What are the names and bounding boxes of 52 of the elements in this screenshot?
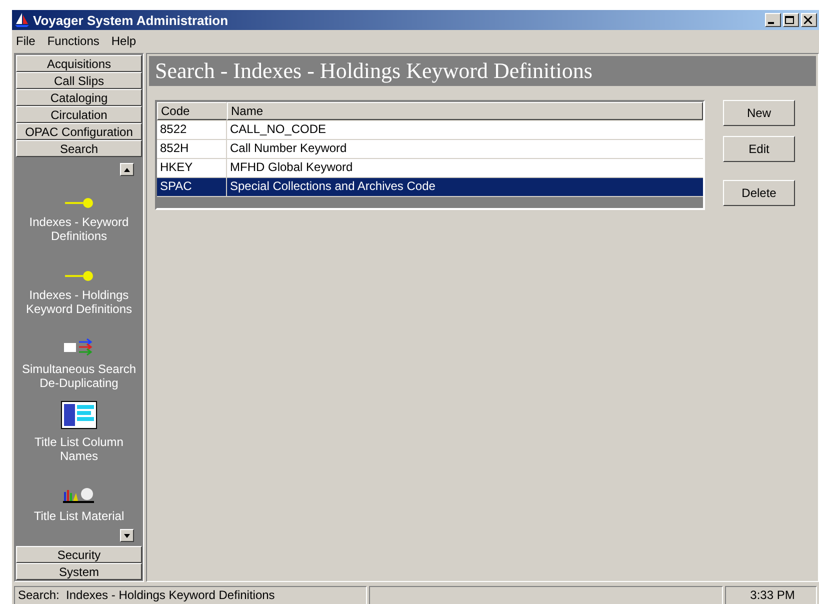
nav-group-button[interactable]: Acquisitions	[16, 55, 142, 72]
arrows-icon	[63, 338, 95, 356]
scroll-up-button[interactable]	[120, 163, 134, 176]
table-row[interactable]: 852H Call Number Keyword	[157, 140, 703, 159]
table-cell-text: MFHD Global Keyword	[229, 159, 354, 176]
chart-printer-icon	[63, 486, 95, 503]
table-row[interactable]: HKEY MFHD Global Keyword	[157, 159, 703, 178]
nav-group-button[interactable]: OPAC Configuration	[16, 123, 142, 140]
menu-item[interactable]: Functions	[47, 34, 100, 48]
key-icon	[64, 197, 94, 209]
maximize-button[interactable]	[783, 13, 799, 27]
nav-item[interactable]: Title List Column Names	[19, 435, 139, 464]
sailboat-icon	[14, 12, 30, 28]
status-time: 3:33 PM	[725, 586, 817, 604]
nav-item[interactable]: Title List Material	[19, 508, 139, 523]
window-title: Voyager System Administration	[33, 12, 228, 28]
menu-item[interactable]: Help	[111, 34, 136, 48]
nav-group-button[interactable]: Security	[16, 546, 142, 563]
column-header[interactable]: Code	[157, 102, 227, 120]
nav-item[interactable]: Indexes - Holdings Keyword Definitions	[19, 288, 139, 316]
nav-group-button[interactable]: Call Slips	[16, 72, 142, 89]
table-cell: 8522	[157, 121, 227, 139]
page-title: Search - Indexes - Holdings Keyword Definitions	[149, 56, 816, 86]
table-cell: SPAC	[157, 178, 227, 196]
up-triangle-icon	[124, 168, 130, 172]
list-columns-icon	[61, 401, 97, 430]
nav-item[interactable]: Simultaneous Search De-Duplicating	[19, 362, 139, 390]
action-button[interactable]: New	[723, 100, 795, 126]
nav-group-button[interactable]: Cataloging	[16, 89, 142, 106]
scroll-down-button[interactable]	[120, 529, 134, 542]
down-triangle-icon	[124, 534, 130, 538]
table-row[interactable]: 8522 CALL_NO_CODE	[157, 121, 703, 140]
table-cell: HKEY	[157, 159, 227, 177]
table-row[interactable]: SPAC Special Collections and Archives Code	[157, 178, 703, 197]
action-button[interactable]: Delete	[723, 180, 795, 206]
menu-item[interactable]: File	[16, 34, 36, 48]
nav-item[interactable]: Indexes - Keyword Definitions	[19, 215, 139, 243]
maximize-icon	[785, 16, 794, 24]
nav-group-button[interactable]: System	[16, 563, 142, 580]
close-icon	[804, 16, 812, 24]
table-cell-text: Special Collections and Archives Code	[229, 178, 436, 195]
status-message: Search: Indexes - Holdings Keyword Definitions	[14, 586, 367, 604]
table-cell-text: CALL_NO_CODE	[229, 121, 328, 138]
action-button[interactable]: Edit	[723, 136, 795, 162]
table-cell-text: Call Number Keyword	[229, 140, 348, 157]
nav-group-button[interactable]: Search	[16, 140, 142, 157]
key-icon	[64, 270, 94, 282]
minimize-button[interactable]	[765, 13, 781, 27]
table-cell: 852H	[157, 140, 227, 158]
nav-group-button[interactable]: Circulation	[16, 106, 142, 123]
close-button[interactable]	[801, 13, 817, 27]
column-header[interactable]: Name	[227, 102, 703, 120]
